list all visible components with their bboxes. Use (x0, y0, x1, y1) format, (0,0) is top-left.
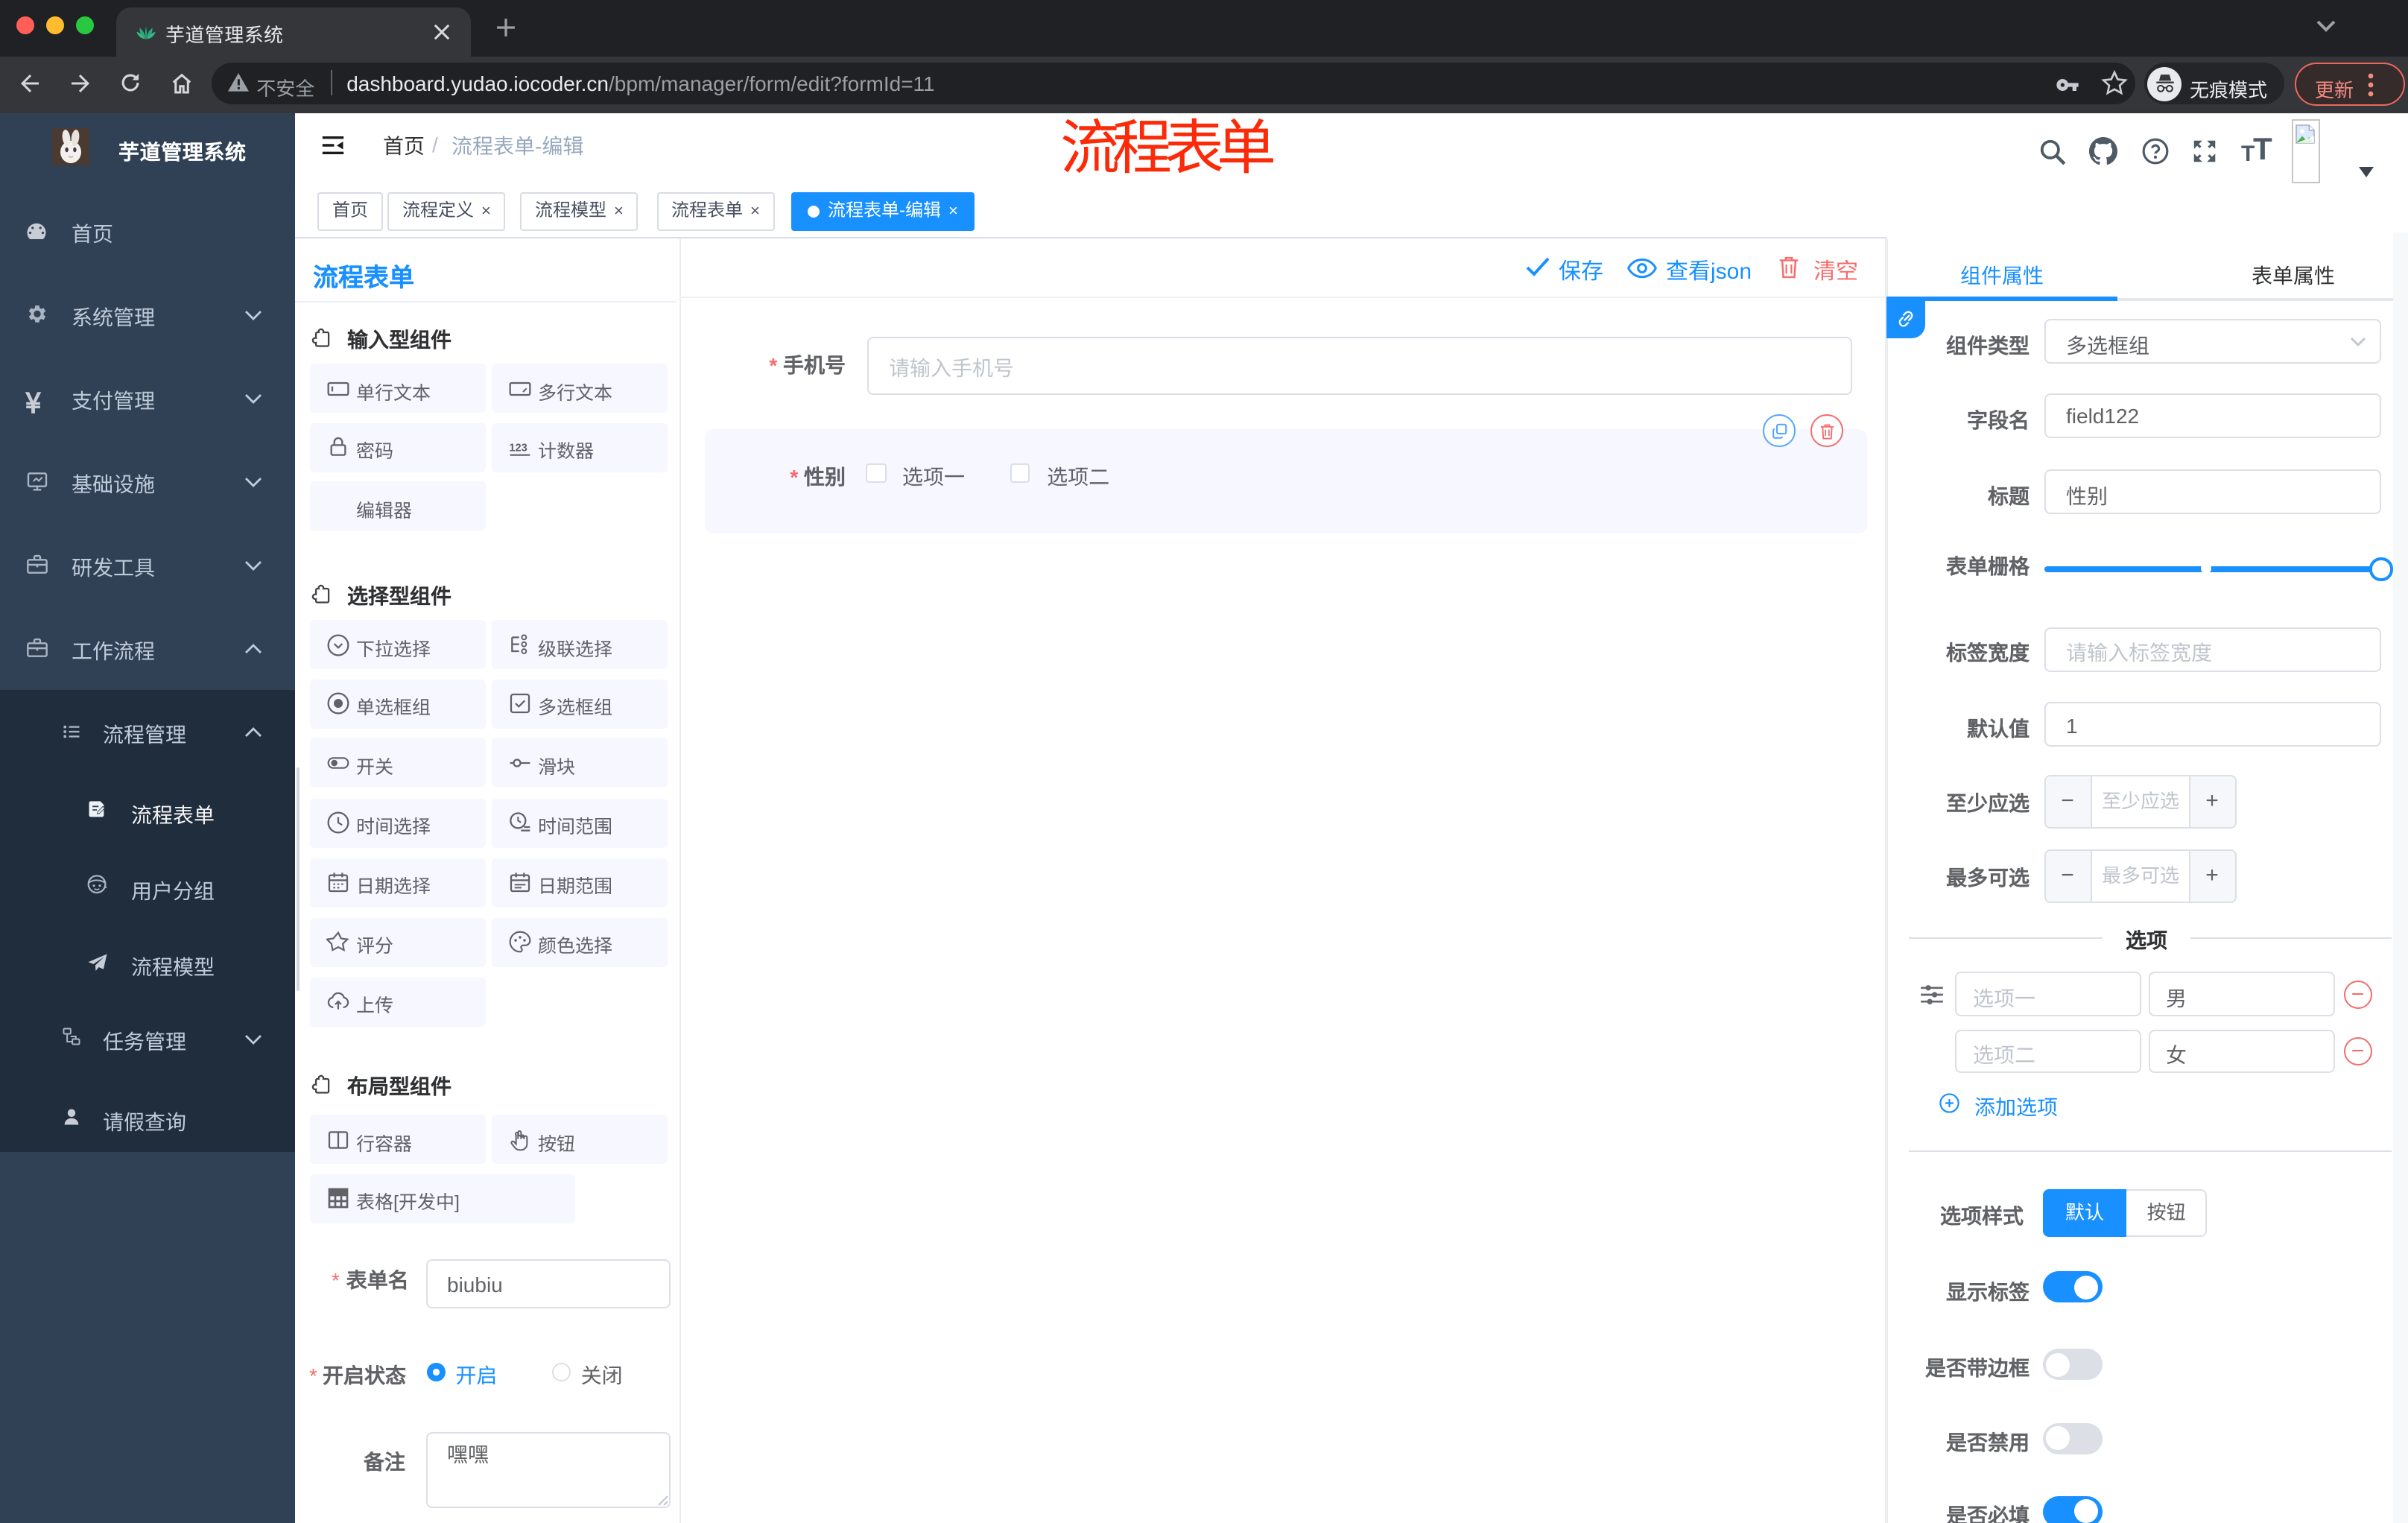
svg-text:123: 123 (509, 442, 527, 454)
